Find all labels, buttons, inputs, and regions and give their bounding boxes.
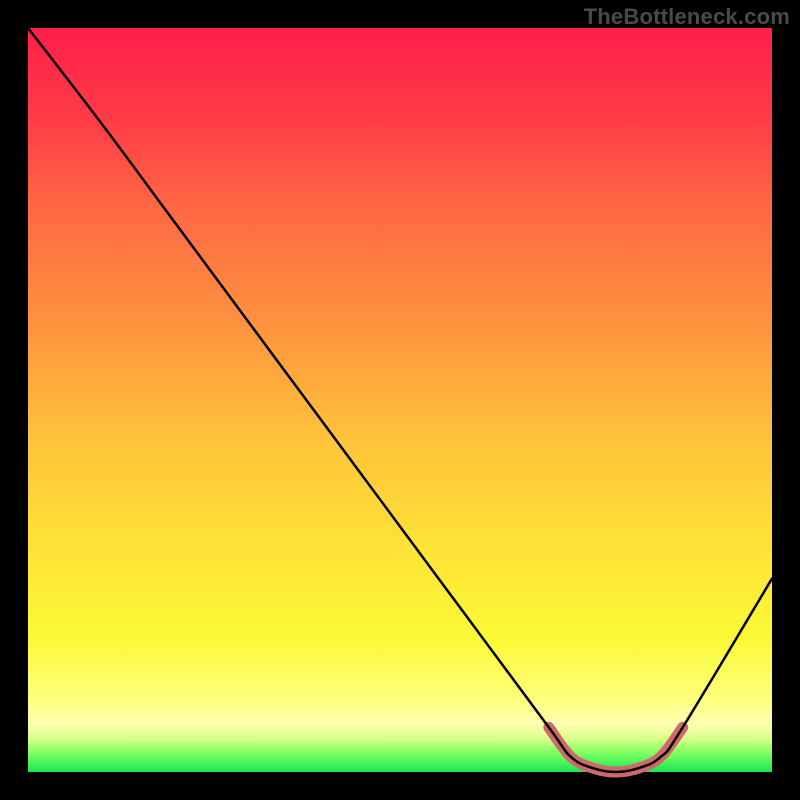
watermark-text: TheBottleneck.com xyxy=(584,4,790,30)
gradient-background xyxy=(28,28,772,772)
chart-frame: TheBottleneck.com xyxy=(0,0,800,800)
bottleneck-chart xyxy=(0,0,800,800)
